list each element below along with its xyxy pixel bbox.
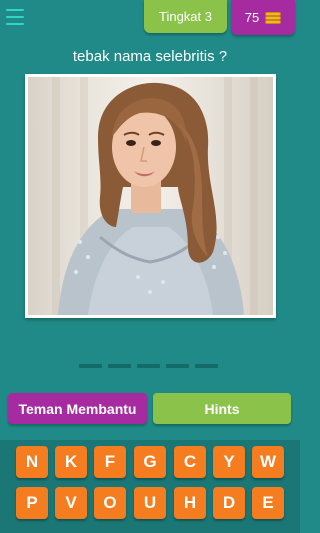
letter-key[interactable]: K	[55, 446, 87, 478]
letter-key[interactable]: U	[134, 487, 166, 519]
celebrity-photo	[28, 77, 273, 315]
letter-key[interactable]: V	[55, 487, 87, 519]
coins-icon	[265, 11, 282, 24]
coins-count: 75	[244, 10, 260, 25]
letter-key[interactable]: Y	[213, 446, 245, 478]
answer-slots	[79, 364, 218, 368]
answer-slot[interactable]	[108, 364, 131, 368]
letter-key[interactable]: G	[134, 446, 166, 478]
menu-icon[interactable]	[6, 9, 24, 25]
letter-key[interactable]: F	[94, 446, 126, 478]
celebrity-photo-frame	[25, 74, 276, 318]
letter-key[interactable]: O	[94, 487, 126, 519]
coins-badge[interactable]: 75	[231, 0, 295, 35]
answer-slot[interactable]	[195, 364, 218, 368]
letter-key[interactable]: H	[174, 487, 206, 519]
level-badge: Tingkat 3	[144, 0, 227, 33]
hints-label: Hints	[204, 400, 240, 417]
friend-help-label: Teman Membantu	[18, 400, 137, 417]
celebrity-figure	[58, 82, 244, 315]
question-text: tebak nama selebritis ?	[72, 48, 228, 65]
hints-button[interactable]: Hints	[153, 393, 291, 424]
friend-help-button[interactable]: Teman Membantu	[8, 393, 147, 424]
letter-key[interactable]: E	[252, 487, 284, 519]
letter-keyboard: N K F G C Y W P V O U H D E	[0, 440, 300, 533]
letter-key[interactable]: N	[16, 446, 48, 478]
letter-key[interactable]: D	[213, 487, 245, 519]
letter-key[interactable]: W	[252, 446, 284, 478]
answer-slot[interactable]	[79, 364, 102, 368]
level-label: Tingkat 3	[159, 9, 212, 24]
answer-slot[interactable]	[137, 364, 160, 368]
letter-key[interactable]: C	[174, 446, 206, 478]
letter-key[interactable]: P	[16, 487, 48, 519]
answer-slot[interactable]	[166, 364, 189, 368]
